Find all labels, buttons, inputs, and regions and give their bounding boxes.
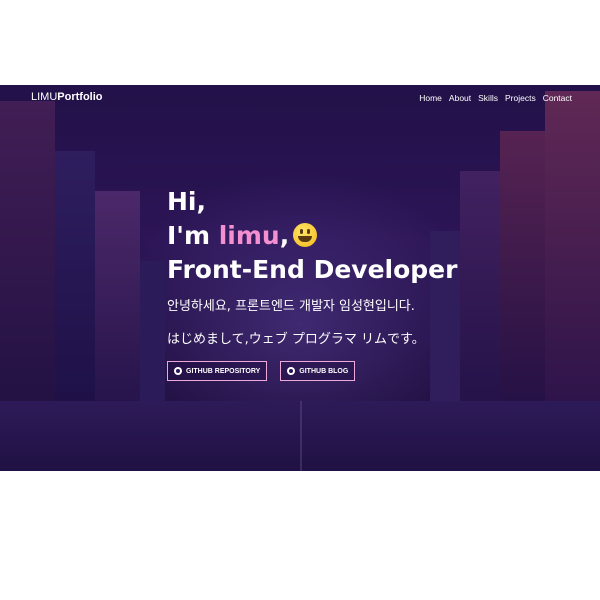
github-blog-button[interactable]: GITHUB BLOG xyxy=(280,361,356,381)
grinning-face-icon xyxy=(293,223,318,247)
github-icon xyxy=(287,367,296,375)
hero-section: LIMUPortfolio Home About Skills Projects… xyxy=(0,85,600,471)
nav-links: Home About Skills Projects Contact xyxy=(419,93,572,103)
nav-link-contact[interactable]: Contact xyxy=(543,93,572,103)
greeting-line: Hi, xyxy=(167,187,206,216)
navbar: LIMUPortfolio Home About Skills Projects… xyxy=(0,85,600,113)
intro-suffix: , xyxy=(279,221,290,250)
nav-link-about[interactable]: About xyxy=(449,93,471,103)
emoji-mouth xyxy=(298,236,313,242)
nav-link-home[interactable]: Home xyxy=(419,93,442,103)
brand-logo[interactable]: LIMUPortfolio xyxy=(31,91,103,103)
intro-name: limu xyxy=(218,221,280,250)
intro-prefix: I'm xyxy=(167,221,219,250)
nav-link-skills[interactable]: Skills xyxy=(478,93,498,103)
github-icon xyxy=(174,367,182,375)
nav-link-projects[interactable]: Projects xyxy=(505,93,536,103)
github-blog-label: GITHUB BLOG xyxy=(299,367,349,375)
brand-suffix: Portfolio xyxy=(57,91,103,103)
github-repository-button[interactable]: GITHUB REPOSITORY xyxy=(167,361,268,381)
subtitle-japanese: はじめまして,ウェブ プログラマ リムです。 xyxy=(167,332,425,347)
hero-buttons: GITHUB REPOSITORY GITHUB BLOG xyxy=(167,361,567,381)
hero-content: Hi, I'm limu, Front-End Developer 안녕하세요,… xyxy=(167,185,567,381)
github-repository-label: GITHUB REPOSITORY xyxy=(186,367,261,375)
subtitle-korean: 안녕하세요, 프론트엔드 개발자 임성현입니다. xyxy=(167,299,415,314)
intro-line: I'm limu, xyxy=(167,219,567,253)
role-line: Front-End Developer xyxy=(167,255,458,284)
brand-prefix: LIMU xyxy=(31,91,58,103)
